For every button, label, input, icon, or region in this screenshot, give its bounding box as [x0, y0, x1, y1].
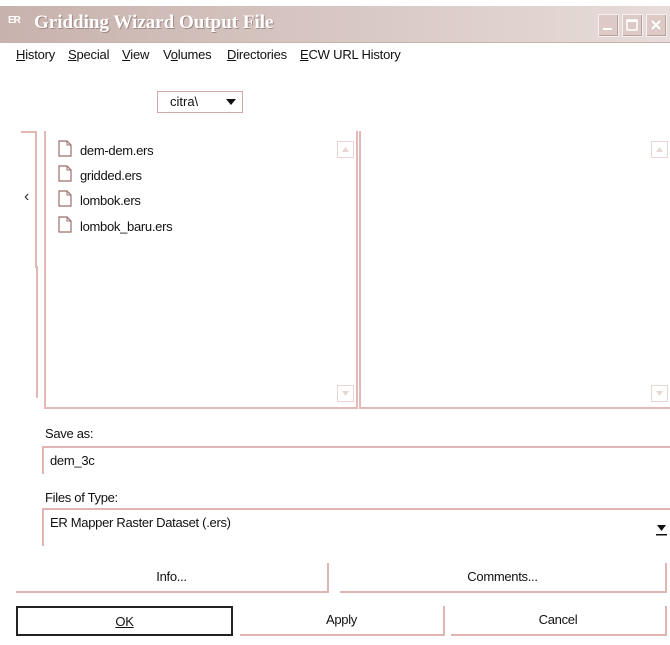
- scroll-up-icon: [342, 147, 349, 152]
- file-name: lombok.ers: [80, 193, 141, 208]
- menu-view[interactable]: View: [122, 47, 149, 62]
- title-bar: ER Gridding Wizard Output File: [0, 6, 670, 43]
- scroll-up-button[interactable]: [651, 141, 668, 158]
- window-title: Gridding Wizard Output File: [34, 12, 274, 33]
- directory-dropdown[interactable]: citra\: [157, 91, 243, 113]
- menu-bar: History Special View Volumes Directories…: [0, 42, 670, 66]
- maximize-button[interactable]: [622, 14, 643, 37]
- info-button[interactable]: Info...: [16, 563, 329, 593]
- close-button[interactable]: [646, 14, 667, 37]
- close-icon: [651, 20, 661, 30]
- maximize-icon: [626, 19, 638, 31]
- menu-directories[interactable]: Directories: [227, 47, 287, 62]
- file-name: dem-dem.ers: [80, 143, 154, 158]
- chevron-left-icon[interactable]: ‹: [24, 188, 29, 206]
- menu-ecw-url-history[interactable]: ECW URL History: [300, 47, 401, 62]
- save-as-value: dem_3c: [50, 453, 95, 468]
- document-icon: [58, 140, 72, 157]
- document-icon: [58, 165, 72, 182]
- ok-button[interactable]: OK: [16, 606, 233, 636]
- directory-value: citra\: [170, 94, 199, 109]
- file-type-dropdown[interactable]: ER Mapper Raster Dataset (.ers): [42, 508, 670, 546]
- file-name: gridded.ers: [80, 168, 142, 183]
- scroll-up-button[interactable]: [337, 141, 354, 158]
- chevron-down-icon: [656, 525, 667, 536]
- app-icon: ER: [8, 15, 21, 26]
- minimize-button[interactable]: [598, 14, 619, 37]
- minimize-icon: [603, 28, 612, 30]
- menu-history[interactable]: History: [16, 47, 55, 62]
- menu-special[interactable]: Special: [68, 47, 109, 62]
- file-preview-list[interactable]: [359, 131, 670, 409]
- scroll-down-icon: [342, 391, 349, 396]
- menu-volumes[interactable]: Volumes: [163, 47, 212, 62]
- scroll-down-icon: [656, 391, 663, 396]
- history-panel-divider: [36, 266, 38, 398]
- chevron-down-icon: [226, 99, 236, 105]
- document-icon: [58, 190, 72, 207]
- files-of-type-label: Files of Type:: [45, 490, 118, 505]
- file-list[interactable]: dem-dem.ers gridded.ers lombok.ers lombo…: [44, 131, 358, 409]
- scroll-down-button[interactable]: [337, 385, 354, 402]
- apply-button[interactable]: Apply: [240, 606, 445, 636]
- scroll-down-button[interactable]: [651, 385, 668, 402]
- scroll-up-icon: [656, 147, 663, 152]
- comments-button[interactable]: Comments...: [340, 563, 667, 593]
- document-icon: [58, 216, 72, 233]
- cancel-button[interactable]: Cancel: [451, 606, 667, 636]
- file-type-value: ER Mapper Raster Dataset (.ers): [50, 515, 231, 530]
- file-name: lombok_baru.ers: [80, 219, 173, 234]
- save-as-label: Save as:: [45, 426, 94, 441]
- ok-label: OK: [115, 614, 134, 629]
- save-as-input[interactable]: dem_3c: [42, 446, 670, 474]
